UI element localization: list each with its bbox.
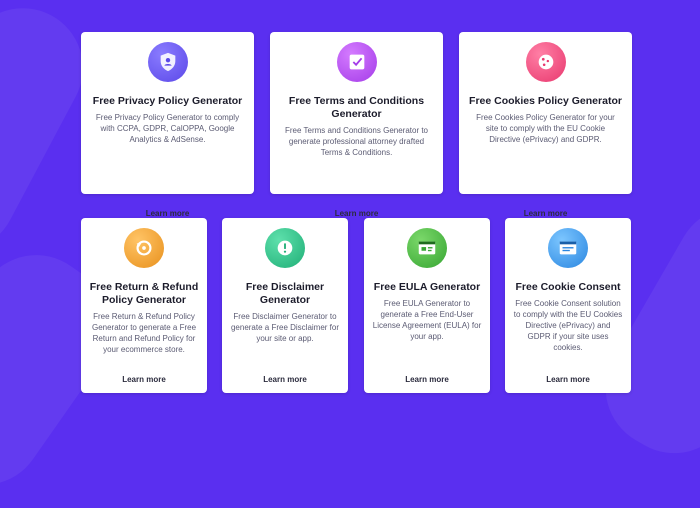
learn-more-link[interactable]: Learn more bbox=[270, 209, 443, 218]
card-title: Free Disclaimer Generator bbox=[245, 281, 325, 306]
card-eula[interactable]: Free EULA Generator Free EULA Generator … bbox=[364, 218, 490, 393]
document-check-icon bbox=[336, 42, 377, 82]
app-window-icon bbox=[407, 228, 447, 268]
card-cookie-consent[interactable]: Free Cookie Consent Free Cookie Consent … bbox=[505, 218, 631, 393]
card-cookies-policy[interactable]: Free Cookies Policy Generator Free Cooki… bbox=[459, 32, 632, 218]
learn-more-link[interactable]: Learn more bbox=[459, 209, 632, 218]
card-privacy-policy[interactable]: Free Privacy Policy Generator Free Priva… bbox=[81, 32, 254, 218]
card-title: Free Cookie Consent bbox=[515, 281, 621, 293]
card-description: Free Cookies Policy Generator for your s… bbox=[476, 113, 615, 144]
learn-more-link[interactable]: Learn more bbox=[81, 209, 254, 218]
learn-more-link[interactable]: Learn more bbox=[505, 375, 631, 384]
learn-more-link[interactable]: Learn more bbox=[81, 375, 207, 384]
card-description: Free Terms and Conditions Generator to g… bbox=[284, 126, 429, 157]
card-description: Free Disclaimer Generator to generate a … bbox=[230, 312, 340, 343]
card-title: Free Return & Refund Policy Generator bbox=[89, 281, 199, 306]
card-description: Free Return & Refund Policy Generator to… bbox=[91, 312, 197, 354]
card-title: Free EULA Generator bbox=[373, 281, 481, 293]
browser-window-icon bbox=[548, 228, 588, 268]
card-return-refund[interactable]: Free Return & Refund Policy Generator Fr… bbox=[81, 218, 207, 393]
card-title: Free Cookies Policy Generator bbox=[469, 95, 622, 107]
exclamation-icon bbox=[265, 228, 305, 268]
learn-more-link[interactable]: Learn more bbox=[364, 375, 490, 384]
shield-user-icon bbox=[147, 42, 188, 82]
card-terms-conditions[interactable]: Free Terms and Conditions Generator Free… bbox=[270, 32, 443, 218]
card-title: Free Terms and Conditions Generator bbox=[288, 95, 425, 120]
card-description: Free Privacy Policy Generator to comply … bbox=[95, 113, 240, 144]
learn-more-link[interactable]: Learn more bbox=[222, 375, 348, 384]
return-arrow-icon bbox=[124, 228, 164, 268]
card-title: Free Privacy Policy Generator bbox=[92, 95, 243, 107]
cookie-icon bbox=[525, 42, 566, 82]
card-description: Free EULA Generator to generate a Free E… bbox=[372, 299, 482, 341]
card-disclaimer[interactable]: Free Disclaimer Generator Free Disclaime… bbox=[222, 218, 348, 393]
card-description: Free Cookie Consent solution to comply w… bbox=[513, 299, 623, 352]
